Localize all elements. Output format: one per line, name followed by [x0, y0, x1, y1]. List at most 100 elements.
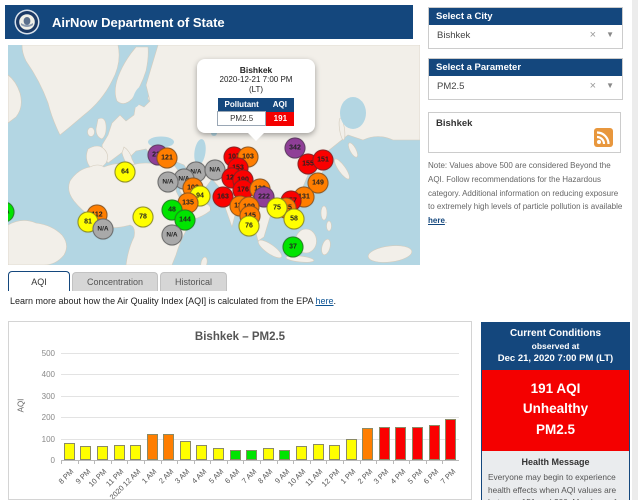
chart-xtick: [393, 460, 394, 464]
aqi-marker[interactable]: 37: [283, 237, 304, 258]
parameter-caret-icon[interactable]: ▼: [606, 81, 614, 90]
page: AirNow Department of State: [0, 0, 638, 500]
popup-city: Bishkek: [201, 65, 311, 75]
select-parameter-panel: Select a Parameter PM2.5 × ▼: [428, 58, 623, 100]
chart-bar[interactable]: [445, 419, 456, 460]
chart-bar[interactable]: [246, 450, 257, 460]
epa-link[interactable]: here: [316, 296, 334, 306]
aqi-marker[interactable]: 121: [157, 148, 178, 169]
learn-more-prefix: Learn more about how the Air Quality Ind…: [10, 296, 316, 306]
chart-bar[interactable]: [64, 443, 75, 460]
cc-aqi-block: 191 AQI Unhealthy PM2.5: [482, 370, 629, 451]
chart-ytick-label: 500: [25, 349, 55, 358]
cc-aqi-category: Unhealthy: [484, 399, 627, 419]
chart-ytick-label: 100: [25, 435, 55, 444]
app-title: AirNow Department of State: [52, 15, 225, 30]
chart-bar[interactable]: [147, 434, 158, 460]
chart-bar[interactable]: [362, 428, 373, 460]
chart-xtick: [260, 460, 261, 464]
chart-bar[interactable]: [230, 450, 241, 460]
chart-xtick: [227, 460, 228, 464]
beyond-aqi-note: Note: Values above 500 are considered Be…: [428, 159, 626, 228]
city-caret-icon[interactable]: ▼: [606, 30, 614, 39]
app-header: AirNow Department of State: [5, 5, 413, 39]
note-suffix: .: [445, 216, 447, 225]
chart-bar[interactable]: [213, 448, 224, 460]
chart-xtick: [194, 460, 195, 464]
parameter-value: PM2.5: [437, 81, 464, 92]
city-combobox[interactable]: Bishkek × ▼: [429, 25, 622, 48]
cc-health-title: Health Message: [488, 457, 623, 467]
popup-pollutant-value: PM2.5: [218, 112, 266, 126]
parameter-clear-icon[interactable]: ×: [590, 80, 596, 92]
chart-bar[interactable]: [180, 441, 191, 460]
note-here-link[interactable]: here: [428, 216, 445, 225]
chart-gridline: [61, 417, 459, 418]
city-value: Bishkek: [437, 30, 470, 41]
chart-xtick: [61, 460, 62, 464]
tab-bar: AQIConcentrationHistorical: [8, 271, 229, 291]
current-conditions-panel: Current Conditions observed at Dec 21, 2…: [481, 322, 630, 500]
chart-xtick: [426, 460, 427, 464]
chart-bar[interactable]: [412, 427, 423, 460]
aqi-marker[interactable]: 58: [284, 209, 305, 230]
note-text: Note: Values above 500 are considered Be…: [428, 161, 622, 211]
city-clear-icon[interactable]: ×: [590, 29, 596, 41]
aqi-marker[interactable]: N/A: [93, 219, 114, 240]
chart-xtick: [293, 460, 294, 464]
chart-bar[interactable]: [429, 425, 440, 460]
chart-xtick: [376, 460, 377, 464]
dos-seal-icon: [14, 9, 40, 35]
chart-bar[interactable]: [329, 445, 340, 460]
parameter-combobox[interactable]: PM2.5 × ▼: [429, 76, 622, 99]
cc-subtitle: observed at: [484, 341, 627, 351]
tab-concentration[interactable]: Concentration: [72, 272, 158, 291]
chart-bar[interactable]: [97, 446, 108, 460]
chart-bar[interactable]: [313, 444, 324, 460]
rss-box: Bishkek: [428, 112, 621, 153]
tab-historical[interactable]: Historical: [160, 272, 227, 291]
cc-datetime: Dec 21, 2020 7:00 PM (LT): [484, 353, 627, 364]
aqi-marker[interactable]: 151: [313, 150, 334, 171]
chart-xtick: [442, 460, 443, 464]
cc-pollutant: PM2.5: [484, 420, 627, 440]
popup-col-pollutant: Pollutant: [218, 98, 266, 112]
chart-gridline: [61, 353, 459, 354]
chart-ytick-label: 0: [25, 456, 55, 465]
aqi-marker[interactable]: N/A: [162, 225, 183, 246]
aqi-marker[interactable]: 64: [115, 162, 136, 183]
chart-xtick: [78, 460, 79, 464]
chart-ytick-label: 300: [25, 392, 55, 401]
chart-bar[interactable]: [196, 445, 207, 460]
chart-bar[interactable]: [163, 434, 174, 460]
rss-city-label: Bishkek: [436, 118, 472, 129]
chart-bar[interactable]: [346, 439, 357, 460]
chart-xtick: [310, 460, 311, 464]
cc-aqi-value: 191 AQI: [484, 379, 627, 399]
tab-aqi[interactable]: AQI: [8, 271, 70, 291]
learn-more-text: Learn more about how the Air Quality Ind…: [10, 296, 336, 306]
popup-table: Pollutant AQI PM2.5 191: [217, 98, 295, 126]
chart-bar[interactable]: [80, 446, 91, 460]
select-city-panel: Select a City Bishkek × ▼: [428, 7, 623, 49]
popup-col-aqi: AQI: [266, 98, 295, 112]
world-map[interactable]: 21612164N/AN/AN/A1039413548144N/A11281N/…: [8, 45, 420, 265]
chart-bar[interactable]: [130, 445, 141, 460]
cc-health-text: Everyone may begin to experience health …: [488, 471, 623, 500]
rss-icon[interactable]: [594, 128, 613, 147]
aqi-marker[interactable]: 78: [133, 207, 154, 228]
chart-bar[interactable]: [395, 427, 406, 460]
aqi-marker[interactable]: N/A: [158, 172, 179, 193]
popup-timezone: (LT): [201, 85, 311, 95]
aqi-marker[interactable]: 76: [239, 216, 260, 237]
chart-bar[interactable]: [379, 427, 390, 460]
select-city-header: Select a City: [429, 8, 622, 25]
chart-bar[interactable]: [114, 445, 125, 460]
chart-xtick: [343, 460, 344, 464]
chart-bar[interactable]: [279, 450, 290, 460]
chart-bar[interactable]: [263, 448, 274, 460]
chart-bar[interactable]: [296, 446, 307, 460]
popup-datetime: 2020-12-21 7:00 PM: [201, 75, 311, 85]
chart-xtick: [243, 460, 244, 464]
chart-title: Bishkek – PM2.5: [9, 331, 471, 343]
